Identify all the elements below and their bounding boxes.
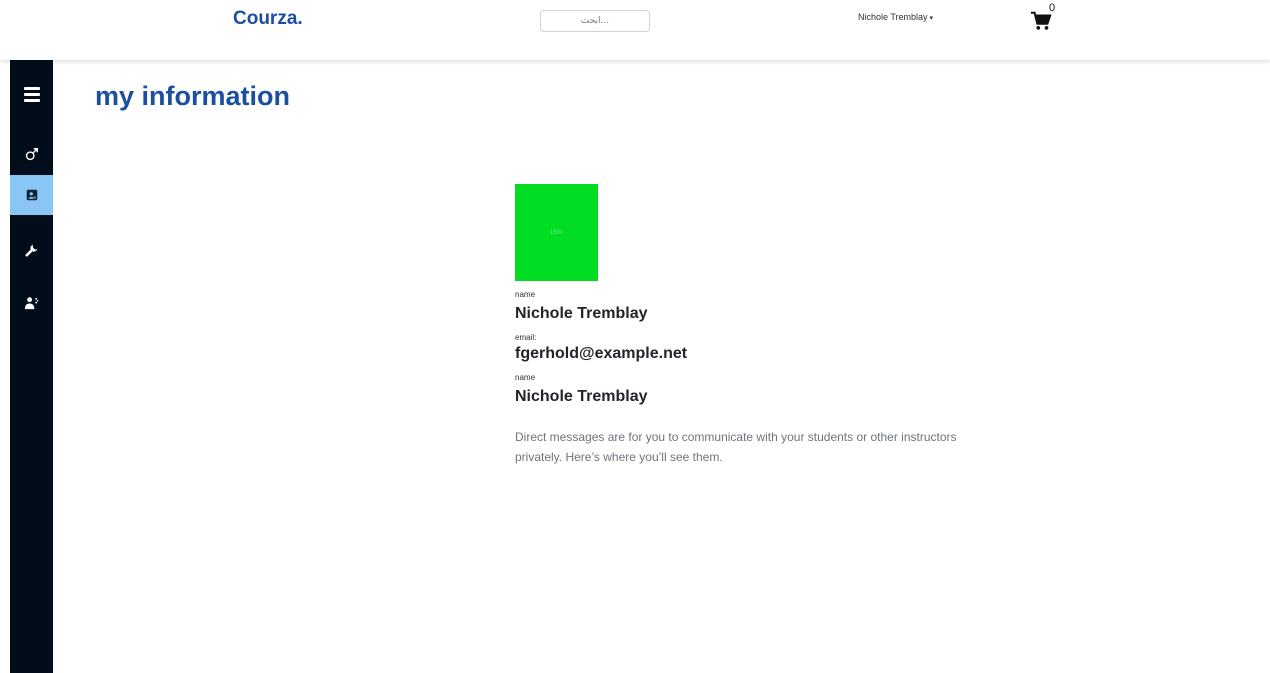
avatar-placeholder-text: 150x xyxy=(549,229,563,236)
sidebar xyxy=(10,60,53,673)
top-navbar: Courza. Nichole Tremblay▾ 0 xyxy=(0,0,1270,60)
id-card-icon xyxy=(26,189,37,201)
user-menu-dropdown[interactable]: Nichole Tremblay ▾ xyxy=(858,12,933,22)
direct-messages-description: Direct messages are for you to communica… xyxy=(515,430,957,464)
user-name: Nichole Tremblay xyxy=(858,12,928,22)
sidebar-item-account[interactable] xyxy=(10,282,53,322)
email-value: fgerhold@example.net xyxy=(515,345,688,362)
email-label: email: xyxy=(515,333,537,342)
wrench-icon xyxy=(24,244,37,257)
page-title: my information xyxy=(95,81,291,111)
male-symbol-icon xyxy=(25,148,38,161)
sidebar-item-gender[interactable] xyxy=(10,134,53,174)
menu-toggle-button[interactable] xyxy=(10,74,53,114)
name-label-secondary: name xyxy=(515,373,536,382)
name-value: Nichole Tremblay xyxy=(515,305,648,322)
name-value-secondary: Nichole Tremblay xyxy=(515,388,648,405)
profile-avatar: 150x xyxy=(515,184,598,281)
user-settings-icon xyxy=(24,296,39,309)
cart-count-badge: 0 xyxy=(1049,2,1056,14)
sidebar-item-settings[interactable] xyxy=(10,230,53,270)
caret-down-icon: ▾ xyxy=(929,15,934,22)
name-label: name xyxy=(515,290,536,299)
search-input[interactable] xyxy=(540,10,650,32)
menu-icon xyxy=(23,84,40,105)
brand-logo[interactable]: Courza. xyxy=(233,8,303,30)
sidebar-item-my-information[interactable] xyxy=(10,175,53,215)
